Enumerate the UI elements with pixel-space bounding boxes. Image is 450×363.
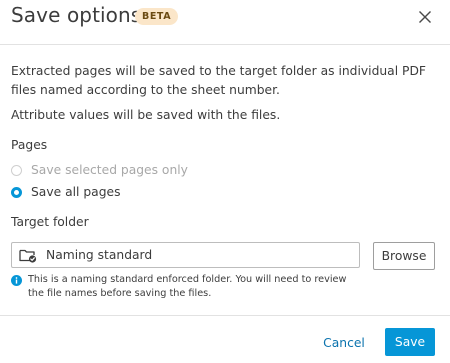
close-button[interactable] bbox=[415, 7, 435, 27]
target-folder-label: Target folder bbox=[11, 215, 89, 229]
description-text: Extracted pages will be saved to the tar… bbox=[11, 64, 426, 97]
radio-button bbox=[11, 164, 22, 176]
header-divider bbox=[0, 44, 450, 45]
pages-label: Pages bbox=[11, 138, 48, 152]
target-folder-name: Naming standard bbox=[46, 248, 153, 262]
dialog-title: Save options bbox=[11, 3, 142, 27]
radio-button bbox=[11, 186, 22, 198]
radio-label: Save all pages bbox=[31, 185, 121, 199]
naming-standard-info-text: This is a naming standard enforced folde… bbox=[28, 274, 347, 299]
target-folder-field[interactable]: Naming standard bbox=[11, 242, 360, 268]
footer-divider bbox=[0, 315, 450, 316]
cancel-button[interactable]: Cancel bbox=[318, 331, 370, 355]
dialog-header: Save options BETA bbox=[0, 0, 450, 34]
close-icon bbox=[419, 11, 431, 23]
naming-standard-folder-icon bbox=[19, 249, 37, 263]
browse-button[interactable]: Browse bbox=[373, 242, 435, 270]
beta-badge: BETA bbox=[135, 8, 179, 25]
attribute-note-text: Attribute values will be saved with the … bbox=[11, 108, 281, 122]
info-icon bbox=[11, 275, 22, 286]
radio-save-all-pages[interactable]: Save all pages bbox=[11, 184, 121, 200]
save-options-dialog: Save options BETA Extracted pages will b… bbox=[0, 0, 450, 363]
radio-save-selected-pages[interactable]: Save selected pages only bbox=[11, 162, 188, 178]
save-button[interactable]: Save bbox=[385, 328, 435, 356]
radio-label: Save selected pages only bbox=[31, 163, 188, 177]
